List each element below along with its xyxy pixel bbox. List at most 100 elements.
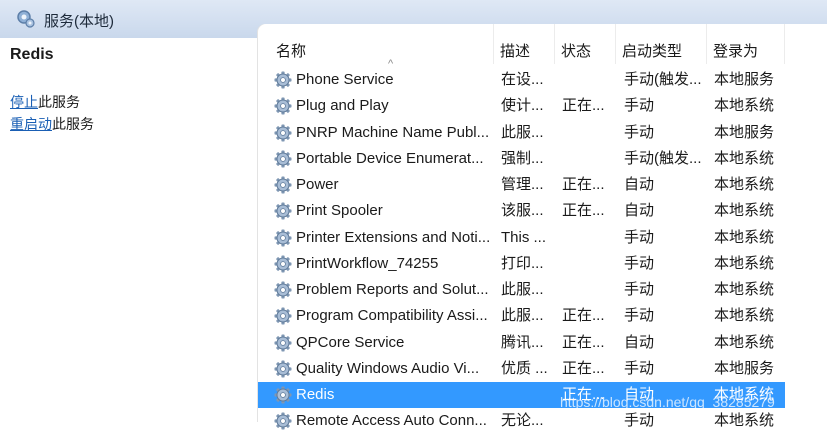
restart-service-suffix: 此服务 bbox=[52, 116, 94, 132]
stop-service-suffix: 此服务 bbox=[38, 94, 80, 110]
gear-icon bbox=[274, 124, 292, 141]
service-startup-type: 自动 bbox=[624, 333, 655, 351]
header-logon-as-label: 登录为 bbox=[713, 43, 759, 60]
table-row[interactable]: Print Spooler 该服... 正在... 自动 本地系统 bbox=[258, 198, 785, 224]
service-logon-as: 本地系统 bbox=[714, 254, 775, 272]
restart-service-link[interactable]: 重启动 bbox=[10, 116, 52, 132]
service-description bbox=[501, 382, 553, 408]
gear-icon bbox=[274, 71, 292, 89]
service-name: Power bbox=[296, 176, 339, 193]
list-header: 名称 ^ 描述 状态 启动类型 登录为 bbox=[258, 24, 827, 70]
service-description: 腾讯... bbox=[501, 333, 544, 351]
service-description: 管理... bbox=[501, 176, 544, 193]
services-list[interactable]: 名称 ^ 描述 状态 启动类型 登录为 Phone Service 在设... 手动… bbox=[258, 24, 827, 430]
service-description: 此服... bbox=[501, 307, 544, 325]
service-logon-as: 本地系统 bbox=[714, 228, 775, 246]
gear-icon bbox=[274, 229, 292, 246]
table-row[interactable]: PNRP Machine Name Publ... 此服... 手动 本地服务 bbox=[258, 120, 785, 146]
service-description: 强制... bbox=[501, 149, 544, 167]
service-name: PNRP Machine Name Publ... bbox=[296, 123, 490, 141]
service-description: 优质 ... bbox=[501, 359, 548, 377]
service-logon-as: 本地系统 bbox=[714, 281, 775, 298]
service-startup-type: 手动 bbox=[624, 307, 655, 325]
service-name: Plug and Play bbox=[296, 97, 389, 115]
header-status[interactable]: 状态 bbox=[555, 24, 616, 64]
service-status bbox=[562, 408, 614, 434]
service-logon-as: 本地系统 bbox=[714, 202, 775, 220]
table-row[interactable]: Program Compatibility Assi... 此服... 正在... 手… bbox=[258, 303, 785, 329]
service-startup-type: 手动 bbox=[624, 97, 655, 115]
service-logon-as: 本地系统 bbox=[714, 149, 775, 167]
gear-icon bbox=[274, 386, 292, 404]
table-row[interactable]: PrintWorkflow_74255 打印... 手动 本地系统 bbox=[258, 251, 785, 277]
header-description[interactable]: 描述 bbox=[494, 24, 555, 64]
service-startup-type: 手动(触发... bbox=[624, 71, 702, 88]
service-name: QPCore Service bbox=[296, 333, 405, 351]
gear-icon bbox=[274, 307, 292, 325]
table-row[interactable]: Power 管理... 正在... 自动 本地系统 bbox=[258, 172, 785, 198]
service-startup-type: 自动 bbox=[624, 176, 655, 193]
services-icon bbox=[17, 10, 35, 28]
gear-icon bbox=[274, 360, 292, 378]
gear-icon bbox=[274, 176, 292, 194]
service-status bbox=[562, 251, 614, 277]
service-status: 正在... bbox=[562, 202, 605, 220]
service-logon-as: 本地系统 bbox=[714, 333, 775, 351]
service-name: Quality Windows Audio Vi... bbox=[296, 359, 480, 377]
service-description: This ... bbox=[501, 228, 547, 246]
service-logon-as: 本地系统 bbox=[714, 307, 775, 325]
table-row[interactable]: Remote Access Auto Conn... 无论... 手动 本地系统 bbox=[258, 408, 785, 434]
stop-service-link[interactable]: 停止 bbox=[10, 94, 38, 110]
service-name: Problem Reports and Solut... bbox=[296, 281, 489, 298]
service-status: 正在... bbox=[562, 359, 605, 377]
header-name-label: 名称 bbox=[276, 43, 307, 60]
gear-icon bbox=[274, 255, 292, 273]
gear-icon bbox=[274, 412, 292, 430]
service-startup-type: 手动 bbox=[624, 254, 655, 272]
header-startup-type[interactable]: 启动类型 bbox=[616, 24, 707, 64]
table-row[interactable]: Problem Reports and Solut... 此服... 手动 本地系统 bbox=[258, 277, 785, 303]
service-startup-type: 手动(触发... bbox=[624, 149, 702, 167]
service-logon-as: 本地服务 bbox=[714, 359, 775, 377]
service-name: Phone Service bbox=[296, 71, 394, 88]
header-status-label: 状态 bbox=[561, 43, 592, 60]
stop-service-action: 停止此服务 bbox=[10, 92, 80, 112]
header-description-label: 描述 bbox=[500, 43, 531, 60]
header-name[interactable]: 名称 ^ bbox=[270, 24, 494, 70]
gear-icon bbox=[274, 334, 292, 351]
table-row[interactable]: Quality Windows Audio Vi... 优质 ... 正在... 手动… bbox=[258, 356, 785, 382]
service-status: 正在... bbox=[562, 307, 605, 325]
service-startup-type: 手动 bbox=[624, 359, 655, 377]
table-row[interactable]: QPCore Service 腾讯... 正在... 自动 本地系统 bbox=[258, 330, 785, 356]
restart-service-action: 重启动此服务 bbox=[10, 114, 94, 134]
table-row[interactable]: Plug and Play 使计... 正在... 手动 本地系统 bbox=[258, 93, 785, 119]
table-row[interactable]: Phone Service 在设... 手动(触发... 本地服务 bbox=[258, 67, 785, 93]
service-status bbox=[562, 67, 614, 93]
table-row[interactable]: Printer Extensions and Noti... This ... 手动… bbox=[258, 225, 785, 251]
service-startup-type: 自动 bbox=[624, 202, 655, 220]
gear-icon bbox=[274, 97, 292, 115]
service-logon-as: 本地服务 bbox=[714, 123, 775, 141]
service-status bbox=[562, 146, 614, 172]
service-name: Program Compatibility Assi... bbox=[296, 307, 488, 325]
table-row[interactable]: Portable Device Enumerat... 强制... 手动(触发...… bbox=[258, 146, 785, 172]
service-logon-as: 本地服务 bbox=[714, 71, 775, 88]
service-description: 此服... bbox=[501, 281, 544, 298]
service-name: PrintWorkflow_74255 bbox=[296, 254, 439, 272]
service-startup-type: 手动 bbox=[624, 228, 655, 246]
selected-service-name: Redis bbox=[10, 46, 54, 63]
service-description: 该服... bbox=[501, 202, 544, 220]
header-logon-as[interactable]: 登录为 bbox=[707, 24, 785, 64]
service-status: 正在... bbox=[562, 176, 605, 193]
service-logon-as: 本地系统 bbox=[714, 176, 775, 193]
service-status: 正在... bbox=[562, 333, 605, 351]
service-description: 使计... bbox=[501, 97, 544, 115]
service-details-pane: Redis 停止此服务 重启动此服务 bbox=[0, 38, 259, 422]
service-status: 正在... bbox=[562, 97, 605, 115]
gear-icon bbox=[274, 150, 292, 168]
service-status bbox=[562, 277, 614, 303]
service-description: 在设... bbox=[501, 71, 544, 88]
service-description: 无论... bbox=[501, 412, 544, 430]
service-status bbox=[562, 225, 614, 251]
service-name: Remote Access Auto Conn... bbox=[296, 412, 487, 430]
